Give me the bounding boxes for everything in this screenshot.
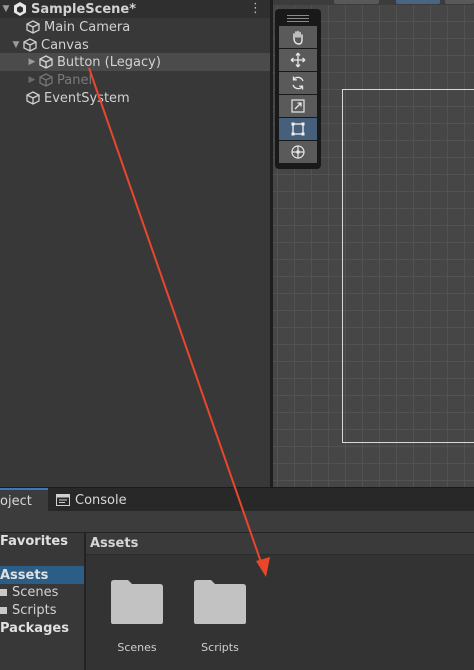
hierarchy-item-canvas[interactable]: ▼ Canvas bbox=[0, 36, 270, 54]
folder-icon bbox=[0, 588, 7, 596]
scale-icon bbox=[291, 99, 305, 113]
breadcrumb-label[interactable]: Assets bbox=[90, 536, 138, 551]
asset-label: Scripts bbox=[201, 641, 239, 654]
tree-item-label: Packages bbox=[0, 620, 69, 636]
bottom-tab-bar: oject Console bbox=[0, 487, 474, 512]
hierarchy-item-label: Main Camera bbox=[44, 19, 131, 35]
assets-grid: Scenes Scripts bbox=[86, 555, 474, 670]
gameobject-cube-icon bbox=[39, 55, 53, 69]
folder-icon bbox=[194, 580, 246, 624]
tree-item-label: Favorites bbox=[0, 533, 68, 549]
hand-tool-button[interactable] bbox=[279, 26, 317, 48]
assets-breadcrumb: Assets bbox=[86, 533, 474, 555]
canvas-bounds-rect bbox=[342, 89, 474, 443]
transform-gizmo-icon bbox=[291, 145, 305, 159]
collapsed-triangle-icon[interactable]: ▶ bbox=[26, 57, 38, 67]
hierarchy-item-label: Panel bbox=[57, 72, 93, 88]
project-tree-pane: Favorites Assets Scenes Scripts Packages bbox=[0, 533, 84, 670]
gameobject-cube-icon bbox=[26, 20, 40, 34]
tab-console[interactable]: Console bbox=[50, 488, 130, 512]
tree-item-scripts[interactable]: Scripts bbox=[0, 601, 56, 619]
tree-item-assets[interactable]: Assets bbox=[0, 566, 84, 584]
tab-label: oject bbox=[0, 493, 32, 509]
tree-item-packages[interactable]: Packages bbox=[0, 619, 69, 637]
scene-tools-overlay bbox=[275, 9, 321, 169]
folder-icon bbox=[111, 580, 163, 624]
transform-tool-button[interactable] bbox=[279, 141, 317, 163]
toolbar-grip-line bbox=[287, 18, 309, 19]
collapsed-triangle-icon[interactable]: ▶ bbox=[26, 75, 38, 85]
project-toolbar bbox=[0, 511, 474, 533]
hierarchy-item-eventsystem[interactable]: EventSystem bbox=[0, 89, 270, 107]
tree-item-favorites[interactable]: Favorites bbox=[0, 532, 68, 550]
gameobject-cube-icon bbox=[26, 91, 40, 105]
tree-item-label: Assets bbox=[0, 567, 49, 583]
asset-folder-scenes[interactable]: Scenes bbox=[102, 579, 172, 654]
unity-scene-icon bbox=[14, 2, 26, 16]
rotate-tool-button[interactable] bbox=[279, 72, 317, 94]
scene-toolbar-button[interactable] bbox=[334, 0, 379, 4]
hierarchy-item-label: EventSystem bbox=[44, 90, 130, 106]
hierarchy-item-label: Canvas bbox=[41, 37, 89, 53]
scene-toolbar-button[interactable] bbox=[445, 0, 474, 4]
tree-item-label: Scripts bbox=[12, 602, 57, 618]
hand-icon bbox=[293, 30, 303, 45]
gameobject-cube-icon bbox=[39, 73, 53, 87]
folder-icon bbox=[0, 606, 7, 614]
gameobject-cube-icon bbox=[23, 38, 37, 52]
hierarchy-item-main-camera[interactable]: Main Camera bbox=[0, 18, 270, 36]
asset-folder-scripts[interactable]: Scripts bbox=[185, 579, 255, 654]
scene-toolbar bbox=[273, 0, 474, 5]
move-arrows-icon bbox=[290, 52, 306, 68]
rect-transform-icon bbox=[291, 122, 305, 136]
hierarchy-item-button-legacy[interactable]: ▶ Button (Legacy) bbox=[0, 53, 270, 71]
hierarchy-item-panel[interactable]: ▶ Panel bbox=[0, 71, 270, 89]
rect-tool-button[interactable] bbox=[279, 118, 317, 140]
scene-root-row[interactable]: ▼ SampleScene* ⋮ bbox=[0, 0, 270, 18]
rotate-icon bbox=[292, 76, 304, 90]
tab-label: Console bbox=[75, 492, 127, 508]
scene-name: SampleScene* bbox=[31, 1, 137, 17]
scale-tool-button[interactable] bbox=[279, 95, 317, 117]
hierarchy-item-label: Button (Legacy) bbox=[57, 54, 161, 70]
console-icon bbox=[56, 494, 70, 506]
collapse-triangle-icon[interactable]: ▼ bbox=[0, 4, 12, 14]
hierarchy-panel: ▼ SampleScene* ⋮ Main Camera ▼ Canvas ▶ … bbox=[0, 0, 270, 487]
toolbar-grip-line bbox=[287, 21, 309, 22]
expand-triangle-icon[interactable]: ▼ bbox=[10, 40, 22, 50]
tree-item-scenes[interactable]: Scenes bbox=[0, 583, 58, 601]
tab-project[interactable]: oject bbox=[0, 488, 48, 512]
tree-item-label: Scenes bbox=[12, 584, 59, 600]
asset-label: Scenes bbox=[117, 641, 157, 654]
move-tool-button[interactable] bbox=[279, 49, 317, 71]
scene-toolbar-button[interactable] bbox=[396, 0, 440, 4]
toolbar-grip[interactable] bbox=[287, 15, 309, 16]
more-options-icon[interactable]: ⋮ bbox=[249, 1, 262, 16]
